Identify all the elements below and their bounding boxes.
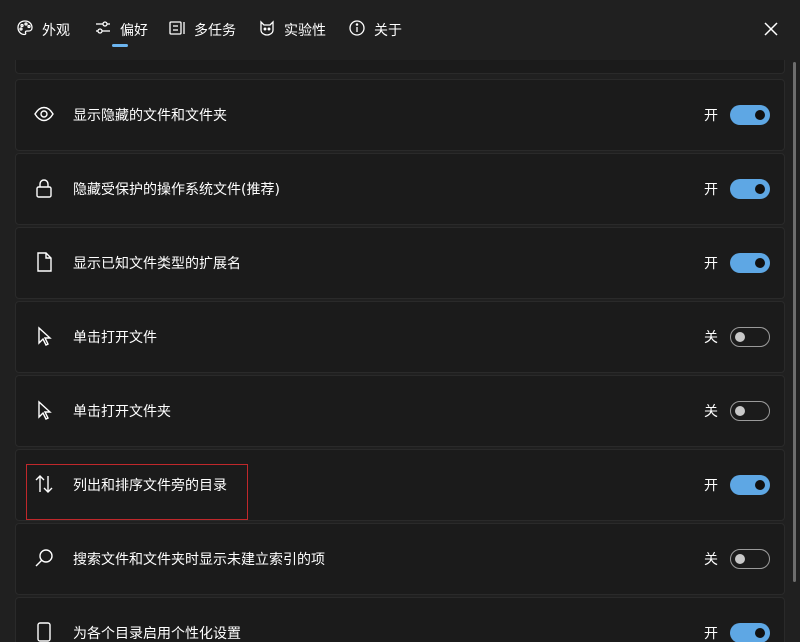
active-tab-indicator	[112, 44, 128, 47]
setting-label: 隐藏受保护的操作系统文件(推荐)	[73, 182, 280, 198]
palette-icon	[16, 19, 34, 41]
info-icon	[348, 19, 366, 41]
settings-row-search-unindexed: 搜索文件和文件夹时显示未建立索引的项 关	[15, 523, 785, 595]
scrollbar[interactable]	[793, 62, 796, 582]
toggle-knob	[755, 480, 765, 490]
setting-label: 显示隐藏的文件和文件夹	[73, 108, 227, 124]
toggle-switch[interactable]	[730, 623, 770, 642]
settings-row-list-folders-first: 列出和排序文件旁的目录 开	[15, 449, 785, 521]
toggle-state-text: 开	[704, 626, 718, 642]
toggle-knob	[755, 628, 765, 638]
lock-icon	[32, 176, 56, 200]
setting-label: 为各个目录启用个性化设置	[73, 626, 241, 642]
toggle-switch[interactable]	[730, 179, 770, 199]
tab-about-label: 关于	[374, 23, 402, 39]
settings-row-show-extensions: 显示已知文件类型的扩展名 开	[15, 227, 785, 299]
tab-appearance[interactable]: 外观	[16, 18, 70, 42]
setting-label: 列出和排序文件旁的目录	[73, 478, 227, 494]
cursor-icon	[32, 398, 56, 422]
toggle-state-text: 开	[704, 478, 718, 494]
settings-list[interactable]: 显示隐藏的文件和文件夹 开 隐藏受保护的操作系统文件(推荐) 开 显示已知文件类…	[0, 60, 800, 642]
toggle-knob	[755, 184, 765, 194]
toggle-switch[interactable]	[730, 401, 770, 421]
cat-icon	[258, 19, 276, 41]
toggle-state-text: 开	[704, 108, 718, 124]
folder-settings-icon	[32, 620, 56, 642]
tab-appearance-label: 外观	[42, 23, 70, 39]
tab-about[interactable]: 关于	[348, 18, 402, 42]
settings-row-single-click-folder: 单击打开文件夹 关	[15, 375, 785, 447]
toggle-knob	[735, 554, 745, 564]
toggle-switch[interactable]	[730, 327, 770, 347]
close-icon	[763, 21, 779, 41]
toggle-state-text: 关	[704, 404, 718, 420]
sort-arrows-icon	[32, 472, 56, 496]
tab-preferences-label: 偏好	[120, 23, 148, 39]
toggle-knob	[755, 110, 765, 120]
settings-row-single-click-file: 单击打开文件 关	[15, 301, 785, 373]
file-icon	[32, 250, 56, 274]
setting-label: 单击打开文件	[73, 330, 157, 346]
setting-label: 显示已知文件类型的扩展名	[73, 256, 241, 272]
cursor-icon	[32, 324, 56, 348]
setting-label: 单击打开文件夹	[73, 404, 171, 420]
tab-multitasking-label: 多任务	[194, 23, 236, 39]
toggle-switch[interactable]	[730, 253, 770, 273]
tab-experimental-label: 实验性	[284, 23, 326, 39]
toggle-state-text: 开	[704, 182, 718, 198]
settings-row-show-hidden: 显示隐藏的文件和文件夹 开	[15, 79, 785, 151]
settings-row-partial	[15, 60, 785, 74]
toggle-switch[interactable]	[730, 105, 770, 125]
tab-multitasking[interactable]: 多任务	[168, 18, 236, 42]
tab-experimental[interactable]: 实验性	[258, 18, 326, 42]
eye-icon	[32, 102, 56, 126]
toggle-knob	[735, 406, 745, 416]
settings-row-per-folder-settings: 为各个目录启用个性化设置 开	[15, 597, 785, 642]
multitask-icon	[168, 19, 186, 41]
search-icon	[32, 546, 56, 570]
tab-preferences[interactable]: 偏好	[94, 18, 148, 42]
toggle-switch[interactable]	[730, 475, 770, 495]
toggle-state-text: 开	[704, 256, 718, 272]
toggle-knob	[735, 332, 745, 342]
settings-row-hide-protected: 隐藏受保护的操作系统文件(推荐) 开	[15, 153, 785, 225]
sliders-icon	[94, 19, 112, 41]
close-button[interactable]	[758, 18, 784, 44]
toggle-state-text: 关	[704, 330, 718, 346]
toggle-switch[interactable]	[730, 549, 770, 569]
toggle-knob	[755, 258, 765, 268]
settings-tab-bar: 外观 偏好 多任务 实验性 关于	[0, 0, 800, 60]
toggle-state-text: 关	[704, 552, 718, 568]
setting-label: 搜索文件和文件夹时显示未建立索引的项	[73, 552, 325, 568]
